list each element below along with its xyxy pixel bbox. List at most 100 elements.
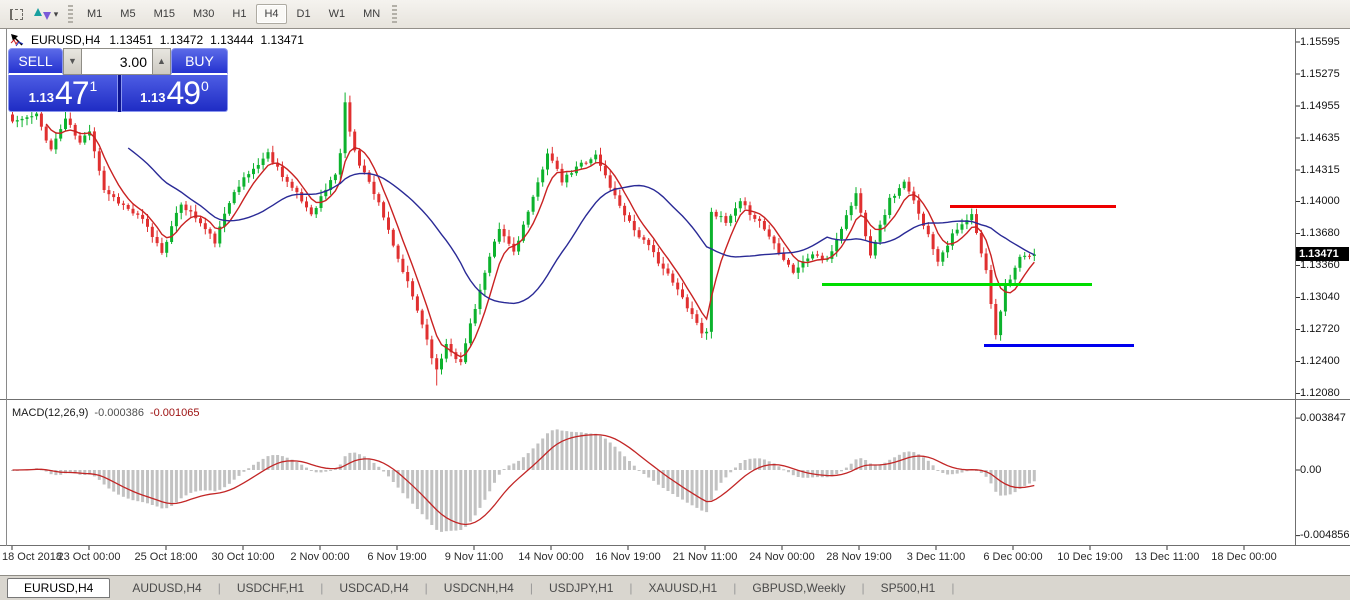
chart-tab[interactable]: USDCAD,H4 bbox=[325, 578, 422, 598]
tab-separator: | bbox=[733, 581, 736, 595]
chart-tab-bar: EURUSD,H4AUDUSD,H4|USDCHF,H1|USDCAD,H4|U… bbox=[0, 575, 1350, 600]
toolbar: ▾ M1M5M15M30H1H4D1W1MN bbox=[0, 0, 1350, 29]
tab-separator: | bbox=[530, 581, 533, 595]
low-value: 1.13444 bbox=[210, 33, 253, 47]
volume-decrease-button[interactable]: ▼ bbox=[63, 48, 82, 75]
macd-indicator-header: MACD(12,26,9) -0.000386 -0.001065 bbox=[12, 407, 200, 419]
time-axis-tick: 3 Dec 11:00 bbox=[907, 551, 966, 563]
buy-price-prefix: 1.13 bbox=[140, 90, 165, 105]
volume-input[interactable] bbox=[82, 48, 152, 75]
chart-tab[interactable]: USDCNH,H4 bbox=[430, 578, 528, 598]
current-price-badge: 1.13471 bbox=[1296, 247, 1349, 261]
tab-separator: | bbox=[320, 581, 323, 595]
buy-price-pipette: 0 bbox=[201, 78, 209, 94]
price-axis-tick: 1.15595 bbox=[1300, 36, 1340, 48]
chart-tab[interactable]: USDJPY,H1 bbox=[535, 578, 627, 598]
price-axis-tick: 1.14955 bbox=[1300, 100, 1340, 112]
timeframe-buttons: M1M5M15M30H1H4D1W1MN bbox=[78, 4, 389, 24]
chart-tab[interactable]: SP500,H1 bbox=[867, 578, 950, 598]
sell-price-prefix: 1.13 bbox=[29, 90, 54, 105]
period-button-D1[interactable]: D1 bbox=[289, 4, 319, 24]
time-axis-tick: 28 Nov 19:00 bbox=[826, 551, 891, 563]
sell-price-panel[interactable]: 1.13 47 1 bbox=[8, 75, 118, 112]
arrows-tool-icon[interactable]: ▾ bbox=[29, 4, 63, 24]
period-button-MN[interactable]: MN bbox=[355, 4, 388, 24]
tab-separator: | bbox=[951, 581, 954, 595]
chart-tab[interactable]: GBPUSD,Weekly bbox=[738, 578, 859, 598]
macd-label: MACD(12,26,9) bbox=[12, 407, 88, 419]
price-axis-tick: 1.13040 bbox=[1300, 291, 1340, 303]
sell-price-pipette: 1 bbox=[90, 78, 98, 94]
price-axis-border bbox=[1295, 29, 1296, 546]
open-value: 1.13451 bbox=[109, 33, 152, 47]
buy-price-panel[interactable]: 1.13 49 0 bbox=[121, 75, 228, 112]
chart-tab-active[interactable]: EURUSD,H4 bbox=[7, 578, 110, 598]
arrows-glyph bbox=[34, 8, 51, 20]
sell-price-digits: 47 bbox=[55, 78, 89, 108]
spin-up-icon: ▲ bbox=[157, 56, 166, 66]
price-axis-tick: 1.12080 bbox=[1300, 387, 1340, 399]
pane-splitter[interactable] bbox=[0, 399, 1350, 400]
toolbar-grip bbox=[68, 5, 73, 23]
period-button-M5[interactable]: M5 bbox=[112, 4, 143, 24]
macd-value: -0.000386 bbox=[94, 407, 144, 419]
rectangle-tool-icon[interactable] bbox=[5, 4, 27, 24]
price-axis-tick: 1.14315 bbox=[1300, 164, 1340, 176]
tab-separator: | bbox=[218, 581, 221, 595]
time-axis-tick: 6 Dec 00:00 bbox=[983, 551, 1042, 563]
toolbar-grip-2 bbox=[392, 5, 397, 23]
time-axis-tick: 24 Nov 00:00 bbox=[749, 551, 814, 563]
time-axis-tick: 21 Nov 11:00 bbox=[673, 551, 738, 563]
time-axis-tick: 13 Dec 11:00 bbox=[1135, 551, 1200, 563]
rectangle-glyph bbox=[10, 9, 23, 20]
price-axis-tick: 1.12720 bbox=[1300, 323, 1340, 335]
macd-signal-value: -0.001065 bbox=[150, 407, 200, 419]
price-axis-tick: 1.12400 bbox=[1300, 355, 1340, 367]
buy-button[interactable]: BUY bbox=[171, 48, 228, 75]
period-button-W1[interactable]: W1 bbox=[321, 4, 354, 24]
chart-tab[interactable]: AUDUSD,H4 bbox=[118, 578, 215, 598]
time-axis-tick: 25 Oct 18:00 bbox=[135, 551, 198, 563]
period-button-H4[interactable]: H4 bbox=[256, 4, 286, 24]
time-axis-tick: 30 Oct 10:00 bbox=[212, 551, 275, 563]
tab-separator: | bbox=[425, 581, 428, 595]
chart-tab[interactable]: USDCHF,H1 bbox=[223, 578, 318, 598]
macd-axis-tick: -0.004856 bbox=[1300, 529, 1350, 541]
time-axis-tick: 18 Dec 00:00 bbox=[1211, 551, 1276, 563]
macd-axis-tick: 0.003847 bbox=[1300, 412, 1346, 424]
chart-ohlc-header: EURUSD,H4 1.13451 1.13472 1.13444 1.1347… bbox=[10, 33, 304, 47]
time-axis-tick: 10 Dec 19:00 bbox=[1057, 551, 1122, 563]
price-axis-tick: 1.13680 bbox=[1300, 227, 1340, 239]
time-axis-tick: 14 Nov 00:00 bbox=[518, 551, 583, 563]
period-button-H1[interactable]: H1 bbox=[224, 4, 254, 24]
sell-button[interactable]: SELL bbox=[8, 48, 63, 75]
time-axis-tick: 16 Nov 19:00 bbox=[595, 551, 660, 563]
price-axis-tick: 1.14000 bbox=[1300, 195, 1340, 207]
chart-left-border bbox=[6, 29, 7, 546]
price-axis-tick: 1.15275 bbox=[1300, 68, 1340, 80]
symbol-label: EURUSD,H4 bbox=[31, 33, 100, 47]
high-value: 1.13472 bbox=[160, 33, 203, 47]
trading-terminal-window: { "toolbar": { "periods": ["M1","M5","M1… bbox=[0, 0, 1350, 600]
time-axis-tick: 2 Nov 00:00 bbox=[290, 551, 349, 563]
time-axis-tick: 6 Nov 19:00 bbox=[367, 551, 426, 563]
period-button-M1[interactable]: M1 bbox=[79, 4, 110, 24]
volume-increase-button[interactable]: ▲ bbox=[152, 48, 171, 75]
time-axis-tick: 18 Oct 2018 bbox=[2, 551, 62, 563]
spin-down-icon: ▼ bbox=[68, 56, 77, 66]
time-axis-tick: 23 Oct 00:00 bbox=[58, 551, 121, 563]
macd-axis-tick: 0.00 bbox=[1300, 464, 1321, 476]
period-button-M15[interactable]: M15 bbox=[146, 4, 183, 24]
chevron-down-icon: ▾ bbox=[54, 9, 59, 20]
buy-price-digits: 49 bbox=[166, 78, 200, 108]
one-click-trading-widget: SELL ▼ ▲ BUY 1.13 47 1 1.13 49 0 bbox=[8, 48, 228, 112]
axis-splitter bbox=[0, 545, 1350, 546]
tab-separator: | bbox=[862, 581, 865, 595]
macd-pane[interactable] bbox=[7, 402, 1295, 545]
chart-tab[interactable]: XAUUSD,H1 bbox=[635, 578, 732, 598]
period-button-M30[interactable]: M30 bbox=[185, 4, 222, 24]
time-axis-tick: 9 Nov 11:00 bbox=[445, 551, 504, 563]
chart-window-icon bbox=[10, 33, 24, 47]
close-value: 1.13471 bbox=[261, 33, 304, 47]
price-axis-tick: 1.14635 bbox=[1300, 132, 1340, 144]
